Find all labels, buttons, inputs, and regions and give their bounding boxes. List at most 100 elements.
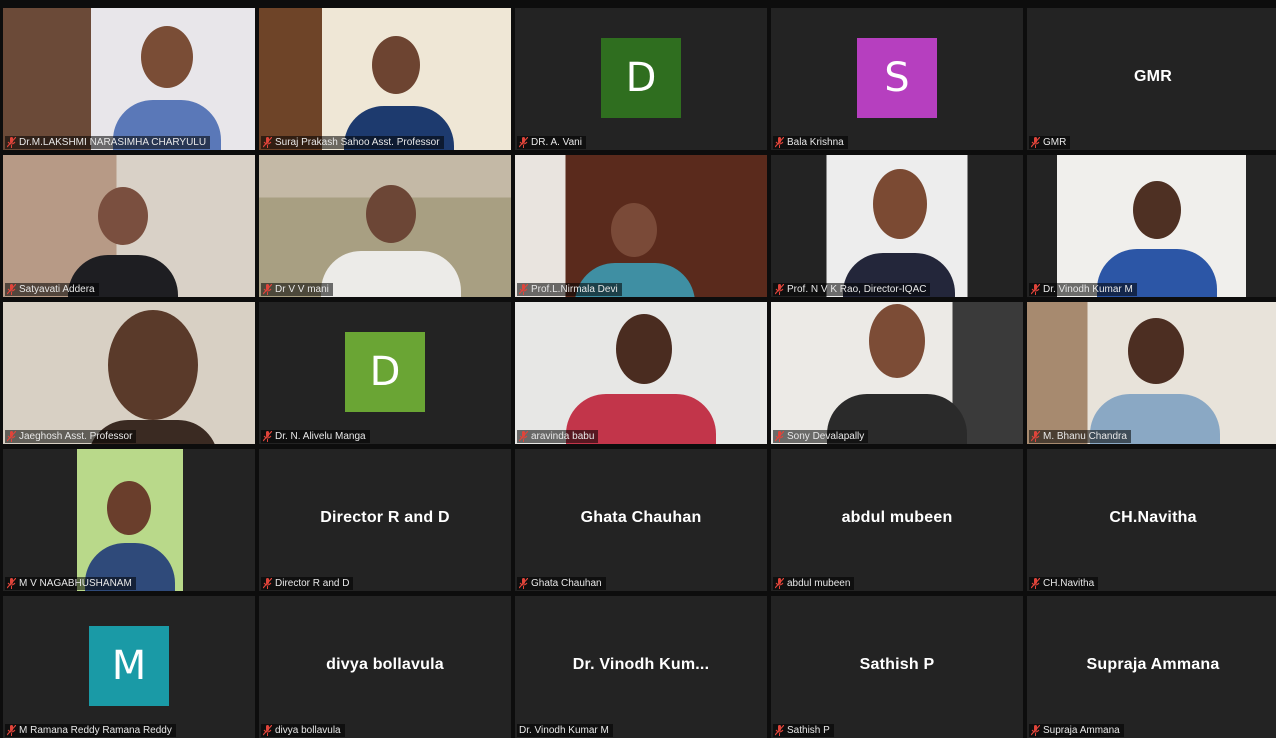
participant-tile[interactable]: Prof.L.Nirmala Devi: [515, 155, 767, 297]
mic-muted-icon: [263, 725, 272, 736]
participant-avatar: D: [345, 332, 425, 412]
participant-video: [771, 155, 1023, 297]
mic-muted-icon: [7, 284, 16, 295]
participant-display-name: GMR: [1134, 68, 1172, 86]
participant-tile[interactable]: divya bollavula divya bollavula: [259, 596, 511, 738]
mic-muted-icon: [263, 431, 272, 442]
participant-name-label: Dr. N. Alivelu Manga: [261, 430, 370, 443]
mic-muted-icon: [7, 725, 16, 736]
participant-name-label: Director R and D: [261, 577, 354, 590]
participant-tile[interactable]: aravinda babu: [515, 302, 767, 444]
participant-video: [1027, 155, 1276, 297]
participant-tile[interactable]: M V NAGABHUSHANAM: [3, 449, 255, 591]
participant-tile[interactable]: Prof. N V K Rao, Director-IQAC: [771, 155, 1023, 297]
participant-display-name: divya bollavula: [326, 656, 444, 674]
participant-name-label: divya bollavula: [261, 724, 345, 737]
participant-display-name: Supraja Ammana: [1086, 656, 1220, 674]
participant-name-label: Jaeghosh Asst. Professor: [5, 430, 137, 443]
participant-name-label: Ghata Chauhan: [517, 577, 606, 590]
mic-muted-icon: [775, 284, 784, 295]
participant-name-label: Dr V V mani: [261, 283, 333, 296]
participant-avatar: M: [89, 626, 169, 706]
participant-tile[interactable]: Dr. Vinodh Kumar M: [1027, 155, 1276, 297]
participant-video: [259, 155, 511, 297]
participant-tile[interactable]: Dr V V mani: [259, 155, 511, 297]
participant-avatar: D: [601, 38, 681, 118]
participant-tile[interactable]: GMR GMR: [1027, 8, 1276, 150]
participant-name-label: M Ramana Reddy Ramana Reddy: [5, 724, 176, 737]
participant-tile[interactable]: CH.Navitha CH.Navitha: [1027, 449, 1276, 591]
video-gallery: Dr.M.LAKSHMI NARASIMHA CHARYULU Suraj Pr…: [3, 8, 1276, 738]
mic-muted-icon: [775, 137, 784, 148]
participant-tile[interactable]: Ghata Chauhan Ghata Chauhan: [515, 449, 767, 591]
mic-muted-icon: [775, 431, 784, 442]
participant-tile[interactable]: Sathish P Sathish P: [771, 596, 1023, 738]
participant-name-label: Dr. Vinodh Kumar M: [517, 724, 613, 737]
participant-name-label: Supraja Ammana: [1029, 724, 1124, 737]
participant-tile[interactable]: Sony Devalapally: [771, 302, 1023, 444]
participant-name-label: M V NAGABHUSHANAM: [5, 577, 136, 590]
participant-name-label: Bala Krishna: [773, 136, 848, 149]
participant-video: [3, 155, 255, 297]
participant-tile[interactable]: abdul mubeen abdul mubeen: [771, 449, 1023, 591]
mic-muted-icon: [263, 578, 272, 589]
participant-tile[interactable]: M. Bhanu Chandra: [1027, 302, 1276, 444]
participant-video: [515, 302, 767, 444]
participant-name-label: CH.Navitha: [1029, 577, 1099, 590]
participant-name-label: Sony Devalapally: [773, 430, 869, 443]
participant-video: [3, 8, 255, 150]
mic-muted-icon: [263, 137, 272, 148]
participant-name-label: Suraj Prakash Sahoo Asst. Professor: [261, 136, 444, 149]
participant-name-label: Prof.L.Nirmala Devi: [517, 283, 622, 296]
mic-muted-icon: [263, 284, 272, 295]
mic-muted-icon: [7, 578, 16, 589]
participant-avatar: S: [857, 38, 937, 118]
participant-tile[interactable]: D DR. A. Vani: [515, 8, 767, 150]
participant-video: [3, 302, 255, 444]
participant-video: [259, 8, 511, 150]
participant-tile[interactable]: D Dr. N. Alivelu Manga: [259, 302, 511, 444]
mic-muted-icon: [519, 137, 528, 148]
participant-tile[interactable]: Jaeghosh Asst. Professor: [3, 302, 255, 444]
mic-muted-icon: [519, 431, 528, 442]
mic-muted-icon: [1031, 137, 1040, 148]
participant-display-name: Sathish P: [859, 656, 935, 674]
participant-name-label: M. Bhanu Chandra: [1029, 430, 1131, 443]
participant-tile[interactable]: Dr.M.LAKSHMI NARASIMHA CHARYULU: [3, 8, 255, 150]
mic-muted-icon: [1031, 578, 1040, 589]
participant-name-label: Dr. Vinodh Kumar M: [1029, 283, 1137, 296]
participant-name-label: GMR: [1029, 136, 1071, 149]
participant-display-name: CH.Navitha: [1109, 509, 1197, 527]
mic-muted-icon: [519, 284, 528, 295]
participant-tile[interactable]: S Bala Krishna: [771, 8, 1023, 150]
mic-muted-icon: [7, 431, 16, 442]
participant-display-name: Dr. Vinodh Kum...: [572, 656, 710, 674]
participant-tile[interactable]: Suraj Prakash Sahoo Asst. Professor: [259, 8, 511, 150]
participant-video: [77, 449, 183, 591]
participant-name-label: abdul mubeen: [773, 577, 855, 590]
mic-muted-icon: [775, 725, 784, 736]
participant-name-label: Sathish P: [773, 724, 834, 737]
mic-muted-icon: [1031, 284, 1040, 295]
participant-tile[interactable]: Satyavati Addera: [3, 155, 255, 297]
participant-video: [1027, 302, 1276, 444]
mic-muted-icon: [775, 578, 784, 589]
participant-display-name: abdul mubeen: [841, 509, 953, 527]
mic-muted-icon: [7, 137, 16, 148]
participant-name-label: aravinda babu: [517, 430, 599, 443]
participant-tile[interactable]: M M Ramana Reddy Ramana Reddy: [3, 596, 255, 738]
participant-video: [771, 302, 1023, 444]
mic-muted-icon: [519, 578, 528, 589]
participant-name-label: DR. A. Vani: [517, 136, 586, 149]
participant-name-label: Dr.M.LAKSHMI NARASIMHA CHARYULU: [5, 136, 211, 149]
mic-muted-icon: [1031, 725, 1040, 736]
mic-muted-icon: [1031, 431, 1040, 442]
participant-tile[interactable]: Dr. Vinodh Kum... Dr. Vinodh Kumar M: [515, 596, 767, 738]
participant-tile[interactable]: Director R and D Director R and D: [259, 449, 511, 591]
participant-name-label: Satyavati Addera: [5, 283, 99, 296]
participant-name-label: Prof. N V K Rao, Director-IQAC: [773, 283, 931, 296]
participant-display-name: Ghata Chauhan: [580, 509, 702, 527]
participant-video: [515, 155, 767, 297]
participant-display-name: Director R and D: [320, 509, 450, 527]
participant-tile[interactable]: Supraja Ammana Supraja Ammana: [1027, 596, 1276, 738]
